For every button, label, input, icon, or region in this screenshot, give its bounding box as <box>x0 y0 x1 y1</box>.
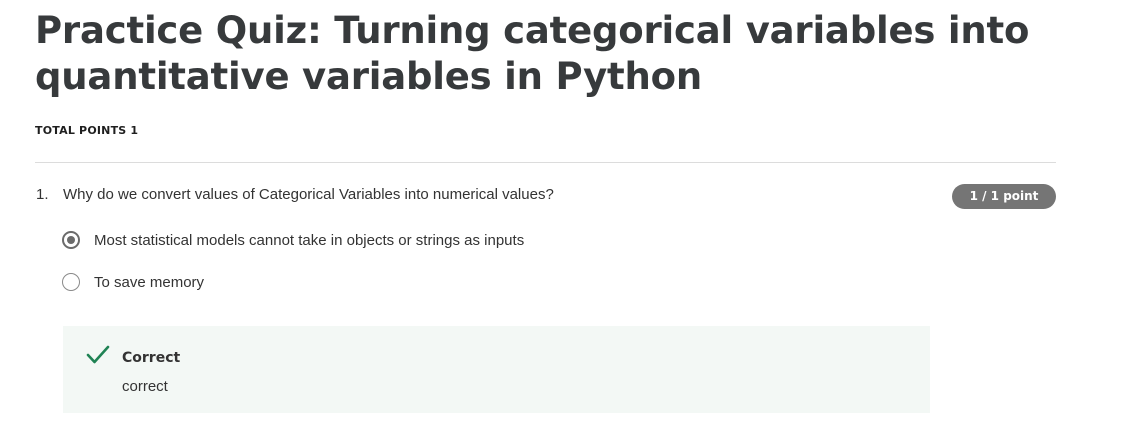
check-icon <box>86 345 110 364</box>
question-number: 1. <box>36 186 49 203</box>
feedback-box: Correct correct <box>63 326 930 413</box>
answer-option-2[interactable]: To save memory <box>62 271 204 293</box>
answer-option-1[interactable]: Most statistical models cannot take in o… <box>62 229 524 251</box>
divider <box>35 162 1056 163</box>
page-title: Practice Quiz: Turning categorical varia… <box>35 9 1030 98</box>
answer-option-label: To save memory <box>94 273 205 291</box>
points-badge: 1 / 1 point <box>952 184 1056 209</box>
radio-button-selected[interactable] <box>62 231 80 249</box>
feedback-title: Correct <box>122 350 181 366</box>
quiz-page: Practice Quiz: Turning categorical varia… <box>0 0 1134 442</box>
feedback-text: correct <box>122 378 168 395</box>
radio-button[interactable] <box>62 273 80 291</box>
total-points: TOTAL POINTS 1 <box>35 124 139 137</box>
question-text: Why do we convert values of Categorical … <box>63 186 554 203</box>
answer-option-label: Most statistical models cannot take in o… <box>94 231 525 249</box>
